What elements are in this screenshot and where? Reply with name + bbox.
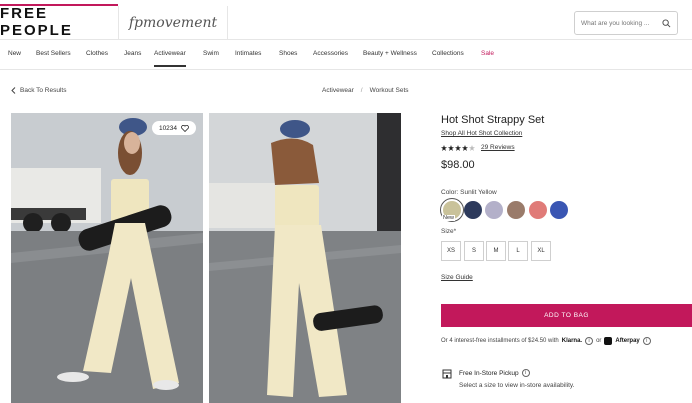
klarna-logo[interactable]: Klarna. bbox=[562, 338, 582, 344]
search-input[interactable] bbox=[581, 19, 659, 27]
afterpay-logo[interactable]: Afterpay bbox=[615, 338, 639, 344]
color-label: Color: Sunlit Yellow bbox=[441, 189, 497, 196]
chevron-left-icon bbox=[11, 87, 16, 94]
free-people-logo[interactable]: FREE PEOPLE bbox=[0, 4, 118, 39]
nav-item-intimates[interactable]: Intimates bbox=[235, 50, 261, 57]
klarna-info-icon[interactable]: i bbox=[585, 337, 594, 345]
reviews-link[interactable]: 29 Reviews bbox=[481, 144, 515, 151]
installments-info: Or 4 interest-free installments of $24.5… bbox=[441, 337, 651, 345]
wishlist-button[interactable]: 10234 bbox=[152, 121, 196, 135]
size-l-button[interactable]: L bbox=[508, 241, 528, 261]
breadcrumb-workout-sets[interactable]: Workout Sets bbox=[370, 87, 409, 94]
swatch-royal-blue[interactable] bbox=[550, 201, 568, 219]
pickup-availability-text: Select a size to view in-store availabil… bbox=[459, 382, 575, 389]
afterpay-info-icon[interactable]: i bbox=[642, 337, 651, 345]
breadcrumb: Activewear / Workout Sets bbox=[322, 87, 409, 94]
pickup-title-row: Free In-Store Pickup i bbox=[459, 369, 530, 377]
nav-item-shoes[interactable]: Shoes bbox=[279, 50, 297, 57]
size-xs-button[interactable]: XS bbox=[441, 241, 461, 261]
breadcrumb-activewear[interactable]: Activewear bbox=[322, 87, 354, 94]
size-xl-button[interactable]: XL bbox=[531, 241, 551, 261]
wishlist-count: 10234 bbox=[158, 124, 178, 132]
pickup-info-icon[interactable]: i bbox=[521, 369, 530, 377]
installments-text: Or 4 interest-free installments of $24.5… bbox=[441, 338, 559, 344]
stars-icon bbox=[441, 144, 475, 151]
main-nav: New Best Sellers Clothes Jeans Activewea… bbox=[0, 40, 692, 70]
shop-all-collection-link[interactable]: Shop All Hot Shot Collection bbox=[441, 130, 522, 137]
nav-item-activewear[interactable]: Activewear bbox=[154, 50, 186, 67]
nav-item-swim[interactable]: Swim bbox=[203, 50, 219, 57]
star-rating bbox=[441, 144, 475, 151]
nav-item-sale[interactable]: Sale bbox=[481, 50, 494, 57]
back-label: Back To Results bbox=[20, 87, 67, 94]
breadcrumb-separator: / bbox=[360, 87, 363, 94]
size-guide-link[interactable]: Size Guide bbox=[441, 274, 473, 281]
swatch-mocha[interactable] bbox=[507, 201, 525, 219]
size-label: Size* bbox=[441, 228, 457, 235]
nav-item-collections[interactable]: Collections bbox=[432, 50, 464, 57]
new-tag: New bbox=[442, 215, 456, 221]
swatch-lavender[interactable] bbox=[485, 201, 503, 219]
product-image-back[interactable] bbox=[209, 113, 401, 403]
nav-item-best-sellers[interactable]: Best Sellers bbox=[36, 50, 71, 57]
nav-item-beauty-wellness[interactable]: Beauty + Wellness bbox=[363, 50, 417, 57]
nav-item-clothes[interactable]: Clothes bbox=[86, 50, 108, 57]
add-to-bag-button[interactable]: ADD TO BAG bbox=[441, 304, 692, 327]
heart-icon bbox=[181, 124, 189, 132]
or-text: or bbox=[596, 338, 602, 344]
fp-movement-logo[interactable]: fpmovement bbox=[118, 6, 228, 40]
nav-item-accessories[interactable]: Accessories bbox=[313, 50, 348, 57]
size-m-button[interactable]: M bbox=[486, 241, 506, 261]
nav-item-jeans[interactable]: Jeans bbox=[124, 50, 141, 57]
search-box[interactable] bbox=[574, 11, 678, 35]
product-price: $98.00 bbox=[441, 159, 475, 171]
swatch-navy[interactable] bbox=[464, 201, 482, 219]
size-s-button[interactable]: S bbox=[464, 241, 484, 261]
store-icon bbox=[442, 369, 452, 379]
afterpay-badge-icon bbox=[604, 337, 613, 345]
search-icon[interactable] bbox=[662, 18, 671, 28]
product-image-front[interactable] bbox=[11, 113, 203, 403]
pickup-title: Free In-Store Pickup bbox=[459, 369, 519, 377]
swatch-coral[interactable] bbox=[529, 201, 547, 219]
nav-item-new[interactable]: New bbox=[8, 50, 21, 57]
top-bar: FREE PEOPLE fpmovement bbox=[0, 0, 692, 40]
product-title: Hot Shot Strappy Set bbox=[441, 114, 545, 126]
back-to-results-link[interactable]: Back To Results bbox=[11, 87, 66, 94]
rating-row[interactable]: 29 Reviews bbox=[441, 144, 515, 151]
